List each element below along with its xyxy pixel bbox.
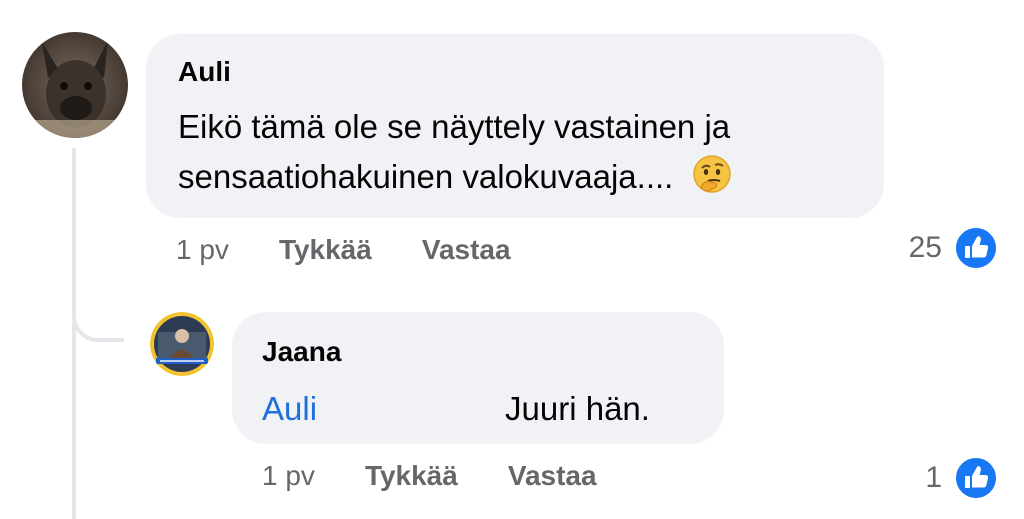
dog-avatar-icon [22, 32, 128, 138]
comment-actions: 1 pv Tykkää Vastaa [262, 460, 597, 492]
comment-actions: 1 pv Tykkää Vastaa [176, 234, 511, 266]
comment-thread: Auli Eikö tämä ole se näyttely vastainen… [0, 0, 1024, 519]
thinking-face-emoji-icon [692, 155, 731, 193]
reaction-count: 1 [925, 461, 942, 494]
comment-time[interactable]: 1 pv [176, 234, 229, 266]
reaction-summary[interactable]: 1 [925, 456, 998, 500]
comment-text-line1: Eikö tämä ole se näyttely vastainen ja [178, 108, 731, 145]
thread-reply-connector [72, 290, 124, 342]
comment-text: Eikö tämä ole se näyttely vastainen ja s… [178, 102, 868, 202]
like-icon [954, 456, 998, 500]
reply-button[interactable]: Vastaa [422, 234, 511, 266]
user-photo-avatar-icon [150, 312, 214, 376]
like-icon [954, 226, 998, 270]
comment-time[interactable]: 1 pv [262, 460, 315, 492]
comment-bubble: Auli Eikö tämä ole se näyttely vastainen… [146, 34, 884, 218]
like-button[interactable]: Tykkää [279, 234, 372, 266]
reply-text: Juuri hän. [505, 390, 650, 427]
comment-author[interactable]: Auli [178, 56, 231, 88]
reply-bubble: Jaana Auli Juuri hän. [232, 312, 724, 444]
reaction-count: 25 [908, 231, 942, 264]
thread-line [72, 148, 76, 519]
avatar[interactable] [22, 32, 128, 138]
mention-link[interactable]: Auli [262, 390, 317, 427]
avatar[interactable] [150, 312, 214, 376]
comment-text: Auli Juuri hän. [262, 384, 712, 434]
like-button[interactable]: Tykkää [365, 460, 458, 492]
reaction-summary[interactable]: 25 [909, 226, 998, 270]
comment-author[interactable]: Jaana [262, 336, 341, 368]
comment-text-line2: sensaatiohakuinen valokuvaaja.... [178, 158, 674, 195]
reply-button[interactable]: Vastaa [508, 460, 597, 492]
